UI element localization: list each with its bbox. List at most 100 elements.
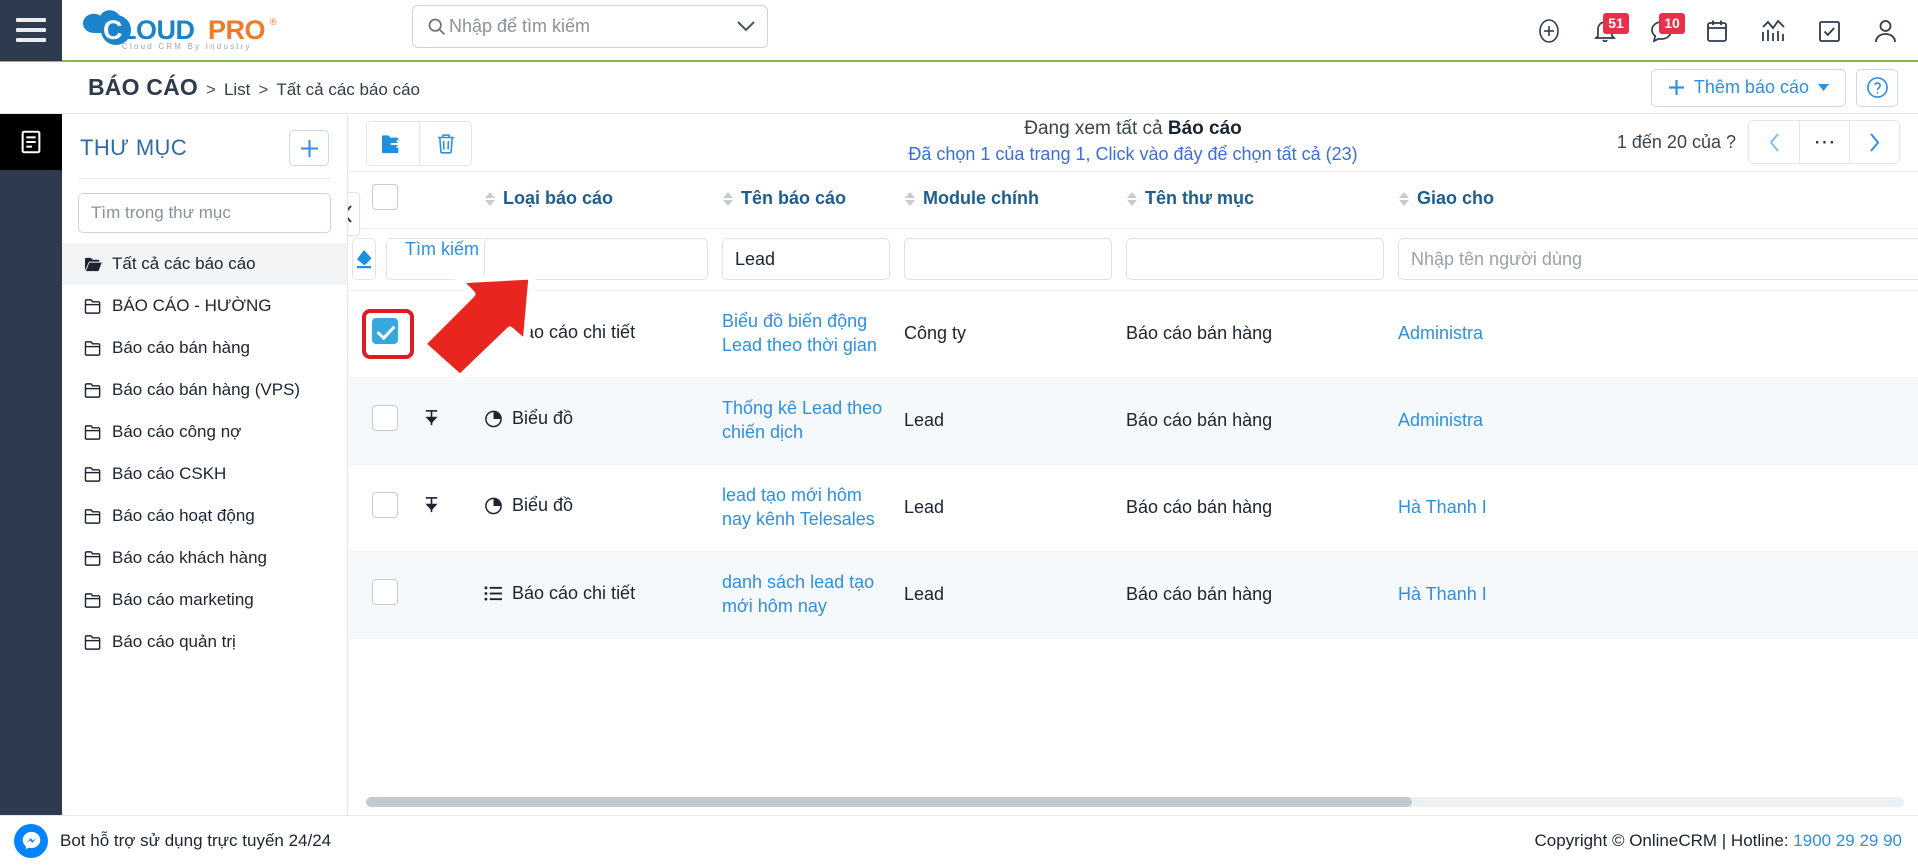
folders-sidebar: THƯ MỤC Tất cả các báo cáo (62, 114, 348, 815)
next-page-button[interactable] (1849, 121, 1899, 163)
table-row[interactable]: Biểu đồ Thống kê Lead theo chiến dịch Le… (348, 377, 1918, 465)
sidebar-item-bao-cao-ban-hang-vps[interactable]: Báo cáo bán hàng (VPS) (62, 369, 347, 411)
header-giao-cho[interactable]: Giao cho (1398, 172, 1648, 229)
horizontal-scrollbar[interactable] (366, 797, 1904, 807)
bell-icon[interactable]: 51 (1590, 13, 1629, 47)
row-pin-cell[interactable] (422, 464, 484, 552)
folder-search-input[interactable] (91, 203, 318, 223)
row-checkbox[interactable] (372, 405, 398, 431)
filter-actions-cell: Tìm kiếm (348, 228, 498, 291)
row-select-cell[interactable] (348, 290, 422, 378)
row-assigned-link[interactable]: Hà Thanh I (1398, 584, 1487, 604)
row-assigned-cell[interactable]: Hà Thanh I (1398, 551, 1648, 639)
messenger-icon[interactable] (14, 823, 48, 858)
filter-name-cell (722, 228, 904, 291)
sidebar-item-bao-cao-huong[interactable]: BÁO CÁO - HƯỜNG (62, 285, 347, 327)
folder-icon (84, 298, 101, 314)
header-module-chinh[interactable]: Module chính (904, 172, 1126, 229)
row-name-link[interactable]: danh sách lead tạo mới hôm nay (722, 572, 874, 616)
row-folder-cell: Báo cáo bán hàng (1126, 551, 1398, 639)
sidebar-item-bao-cao-hoat-dong[interactable]: Báo cáo hoạt động (62, 495, 347, 537)
breadcrumb-item-current[interactable]: Tất cả các báo cáo (276, 80, 420, 100)
row-checkbox[interactable] (372, 318, 398, 344)
row-spacer-cell (1648, 464, 1918, 552)
row-assigned-cell[interactable]: Administra (1398, 290, 1648, 378)
row-checkbox[interactable] (372, 492, 398, 518)
filter-folder-input[interactable] (1126, 238, 1384, 280)
analytics-icon[interactable] (1758, 15, 1788, 47)
sidebar-item-bao-cao-cong-no[interactable]: Báo cáo công nợ (62, 411, 347, 453)
row-name-cell[interactable]: Thống kê Lead theo chiến dịch (722, 377, 904, 465)
row-name-cell[interactable]: lead tạo mới hôm nay kênh Telesales (722, 464, 904, 552)
sidebar-item-all-reports[interactable]: Tất cả các báo cáo (62, 243, 347, 285)
row-assigned-link[interactable]: Administra (1398, 410, 1483, 430)
table-row[interactable]: Biểu đồ lead tạo mới hôm nay kênh Telesa… (348, 464, 1918, 552)
prev-page-button[interactable] (1749, 121, 1799, 163)
clear-filters-button[interactable] (352, 238, 376, 280)
table-row[interactable]: Báo cáo chi tiết Biểu đồ biến động Lead … (348, 290, 1918, 378)
hamburger-icon[interactable] (0, 0, 62, 61)
row-pin-cell (422, 290, 484, 378)
add-circle-icon[interactable] (1534, 15, 1564, 47)
row-assigned-cell[interactable]: Administra (1398, 377, 1648, 465)
filter-name-input[interactable] (722, 238, 890, 280)
sidebar-item-bao-cao-quan-tri[interactable]: Báo cáo quản trị (62, 621, 347, 663)
footer-bar: Bot hỗ trợ sử dụng trực tuyến 24/24 Copy… (0, 815, 1918, 865)
calendar-icon[interactable] (1702, 15, 1732, 47)
row-select-cell[interactable] (348, 464, 422, 552)
row-type-label: Biểu đồ (512, 408, 574, 428)
search-filter-button[interactable]: Tìm kiếm (386, 238, 498, 280)
header-ten-thu-muc[interactable]: Tên thư mục (1126, 172, 1398, 229)
rail-item-reports[interactable] (0, 114, 62, 170)
more-pages-button[interactable]: ⋯ (1799, 121, 1849, 163)
sidebar-item-bao-cao-khach-hang[interactable]: Báo cáo khách hàng (62, 537, 347, 579)
sidebar-collapse-button[interactable] (348, 192, 360, 236)
add-folder-button[interactable] (289, 130, 329, 166)
chart-pie-icon (485, 497, 502, 515)
row-assigned-link[interactable]: Hà Thanh I (1398, 497, 1487, 517)
header-ten-bao-cao[interactable]: Tên báo cáo (722, 172, 904, 229)
row-name-link[interactable]: Thống kê Lead theo chiến dịch (722, 398, 882, 442)
pin-icon (425, 497, 438, 513)
filter-module-input[interactable] (904, 238, 1112, 280)
row-select-cell[interactable] (348, 551, 422, 639)
sidebar-item-bao-cao-cskh[interactable]: Báo cáo CSKH (62, 453, 347, 495)
row-pin-cell[interactable] (422, 377, 484, 465)
chevron-down-icon[interactable] (735, 21, 757, 32)
footer-bot[interactable]: Bot hỗ trợ sử dụng trực tuyến 24/24 (14, 823, 331, 858)
header-loai-bao-cao[interactable]: Loại báo cáo (484, 172, 722, 229)
row-assigned-cell[interactable]: Hà Thanh I (1398, 464, 1648, 552)
search-input[interactable] (449, 16, 735, 37)
filter-type-input[interactable] (484, 238, 708, 280)
row-name-cell[interactable]: Biểu đồ biến động Lead theo thời gian (722, 290, 904, 378)
breadcrumb-item-list[interactable]: List (224, 80, 250, 100)
reports-table-container[interactable]: Loại báo cáo Tên báo cáo Module chính Tê… (348, 172, 1918, 815)
filter-assigned-input[interactable] (1398, 238, 1918, 280)
app-logo[interactable]: C LOUD PRO ® Cloud CRM By Industry (62, 7, 288, 53)
row-name-link[interactable]: lead tạo mới hôm nay kênh Telesales (722, 485, 875, 529)
select-all-checkbox[interactable] (372, 184, 398, 211)
table-row[interactable]: Báo cáo chi tiết danh sách lead tạo mới … (348, 551, 1918, 639)
folder-search[interactable] (78, 193, 331, 233)
scrollbar-thumb[interactable] (366, 797, 1412, 807)
task-check-icon[interactable] (1814, 15, 1844, 47)
add-report-button[interactable]: Thêm báo cáo (1650, 68, 1846, 107)
sidebar-item-bao-cao-marketing[interactable]: Báo cáo marketing (62, 579, 347, 621)
row-select-cell[interactable] (348, 377, 422, 465)
row-folder-label: Báo cáo bán hàng (1126, 497, 1273, 517)
sidebar-item-bao-cao-ban-hang[interactable]: Báo cáo bán hàng (62, 327, 347, 369)
header-label: Module chính (923, 188, 1039, 208)
viewing-entity: Báo cáo (1167, 118, 1242, 139)
global-search[interactable] (412, 5, 768, 48)
row-checkbox[interactable] (372, 579, 398, 605)
pagination-buttons: ⋯ (1748, 120, 1900, 164)
row-name-link[interactable]: Biểu đồ biến động Lead theo thời gian (722, 311, 877, 355)
help-button[interactable] (1856, 68, 1898, 107)
row-name-cell[interactable]: danh sách lead tạo mới hôm nay (722, 551, 904, 639)
chat-icon[interactable]: 10 (1646, 13, 1685, 47)
row-assigned-link[interactable]: Administra (1398, 323, 1483, 343)
row-module-cell: Công ty (904, 290, 1126, 378)
user-account-icon[interactable] (1870, 15, 1900, 47)
hotline-number[interactable]: 1900 29 29 90 (1793, 831, 1902, 850)
hamburger-line (16, 38, 46, 42)
